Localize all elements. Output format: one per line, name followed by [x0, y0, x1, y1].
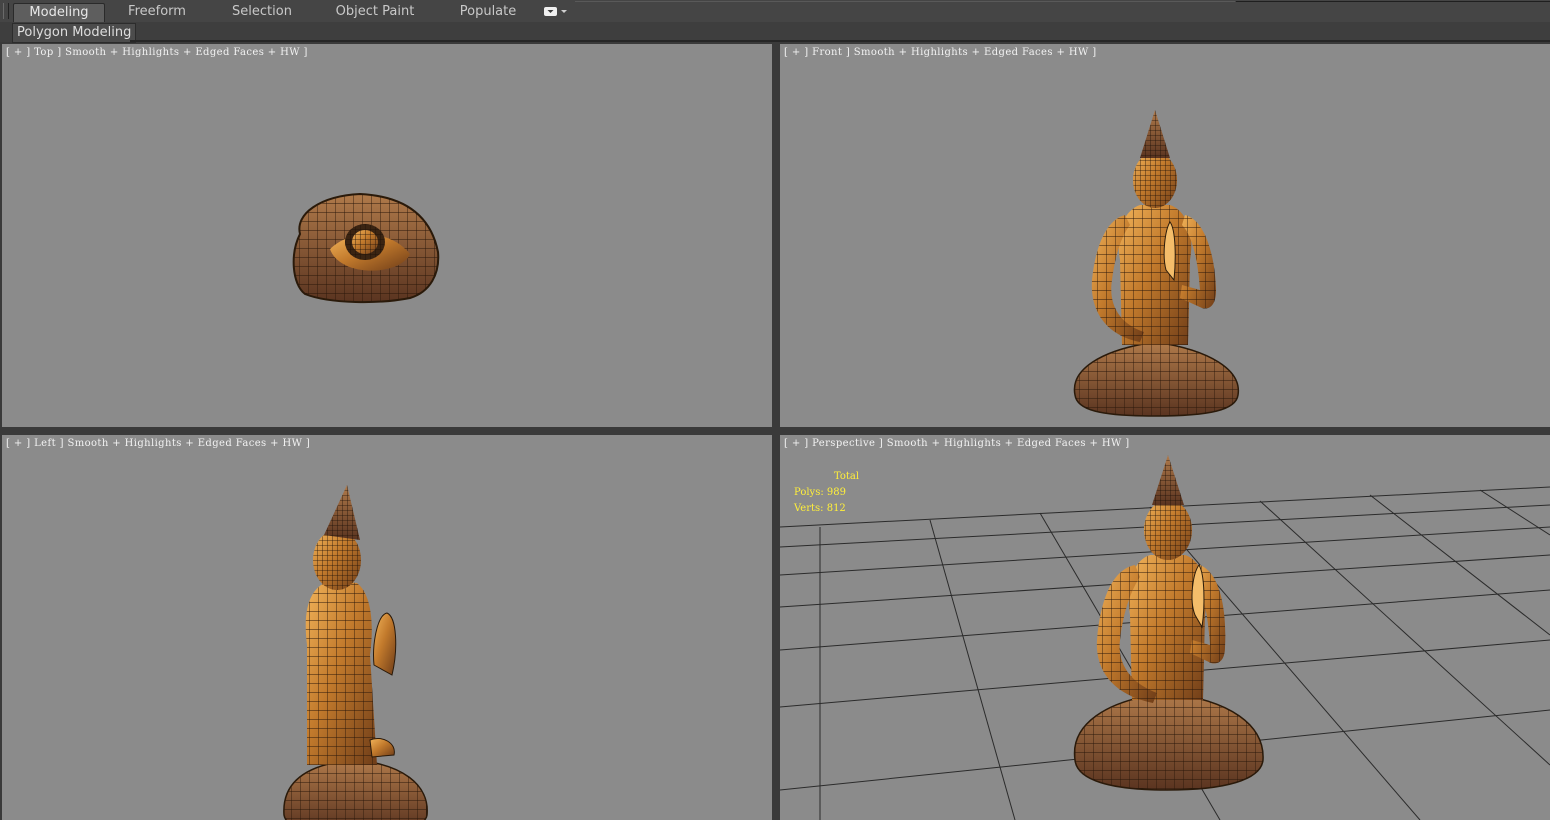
ribbon-divider-dark: [1236, 1, 1550, 2]
tab-modeling[interactable]: Modeling: [13, 3, 105, 22]
model-left-view: [283, 485, 428, 820]
viewport-left[interactable]: [ + ] Left ] Smooth + Highlights + Edged…: [2, 435, 772, 820]
model-front-view: [1073, 110, 1239, 417]
tab-selection[interactable]: Selection: [217, 3, 307, 21]
poly-stats: Total Polys: 989 Verts: 812: [794, 469, 859, 517]
ribbon-grip[interactable]: [3, 3, 9, 19]
panel-polygon-modeling[interactable]: Polygon Modeling: [12, 23, 137, 43]
viewport-perspective[interactable]: [ + ] Perspective ] Smooth + Highlights …: [780, 435, 1550, 820]
stats-polys: Polys: 989: [794, 487, 846, 498]
stats-verts: Verts: 812: [794, 503, 846, 514]
viewport-label-perspective[interactable]: [ + ] Perspective ] Smooth + Highlights …: [784, 438, 1130, 449]
ribbon-divider: [575, 1, 1235, 2]
ribbon-tab-bar: Modeling Freeform Selection Object Paint…: [0, 0, 1550, 23]
panel-divider: [130, 40, 1550, 42]
tab-populate[interactable]: Populate: [446, 3, 530, 21]
perspective-grid: [780, 455, 1550, 820]
tab-freeform[interactable]: Freeform: [112, 3, 202, 21]
ribbon-panel-row: Polygon Modeling: [0, 22, 1550, 43]
tab-object-paint[interactable]: Object Paint: [326, 3, 424, 21]
viewport-front[interactable]: [ + ] Front ] Smooth + Highlights + Edge…: [780, 44, 1550, 427]
stats-title: Total: [834, 471, 860, 482]
chevron-down-icon[interactable]: [543, 6, 569, 18]
model-top-view: [292, 192, 440, 304]
viewport-top[interactable]: [ + ] Top ] Smooth + Highlights + Edged …: [2, 44, 772, 427]
